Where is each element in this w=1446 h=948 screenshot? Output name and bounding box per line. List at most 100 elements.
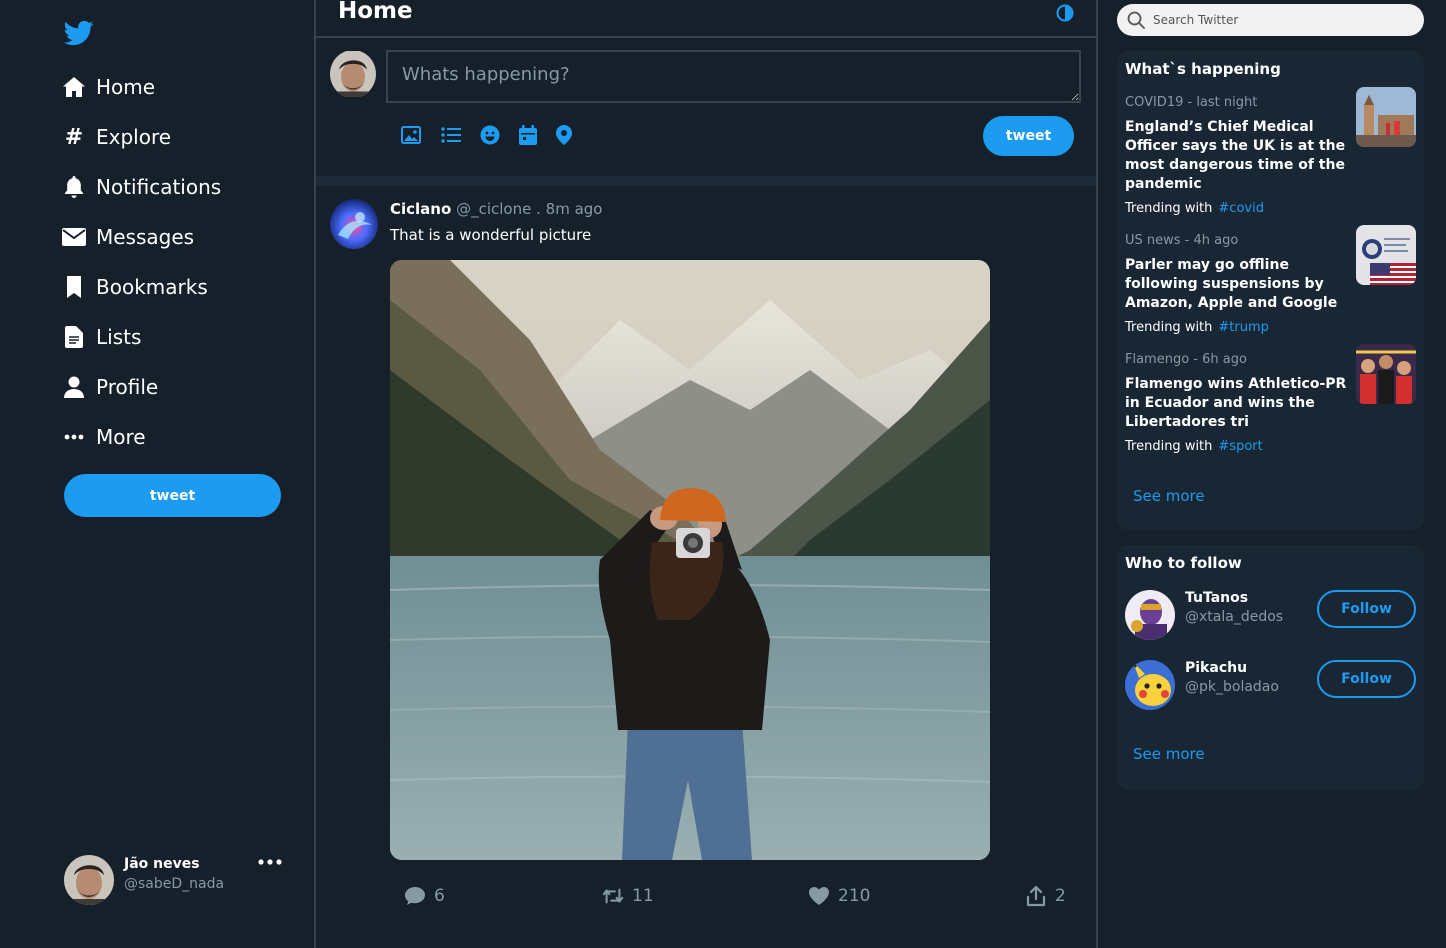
calendar-icon[interactable] <box>517 124 539 146</box>
avatar <box>64 855 114 905</box>
user-icon <box>62 375 86 399</box>
trend-tag-line: Trending with #sport <box>1125 439 1416 454</box>
who-to-follow-panel: Who to follow TuTanos @xtala_dedos Follo… <box>1117 545 1424 790</box>
nav-home[interactable]: Home <box>62 69 155 105</box>
trending-label: Trending with <box>1125 320 1213 335</box>
left-sidebar: Home # Explore Notifications Messages Bo… <box>0 0 314 948</box>
location-pin-icon[interactable] <box>553 124 575 146</box>
timeline-header: Home <box>316 0 1096 38</box>
trend-item[interactable]: Flamengo - 6h ago Flamengo wins Athletic… <box>1125 344 1416 454</box>
account-handle: @sabeD_nada <box>124 876 225 892</box>
trend-hashtag[interactable]: #trump <box>1218 320 1269 335</box>
nav-notifications[interactable]: Notifications <box>62 169 221 205</box>
tweet-author-handle[interactable]: @_ciclone <box>456 200 531 218</box>
trend-hashtag[interactable]: #sport <box>1218 439 1262 454</box>
tweet-photo[interactable] <box>390 260 990 860</box>
nav-lists[interactable]: Lists <box>62 319 141 355</box>
follow-user-name: TuTanos <box>1185 590 1249 606</box>
twitter-bird-icon[interactable] <box>62 18 96 48</box>
nav-label: More <box>96 425 146 449</box>
tweet-header: Ciclano @_ciclone . 8m ago <box>390 200 602 218</box>
avatar <box>330 50 376 98</box>
nav-label: Bookmarks <box>96 275 208 299</box>
theme-toggle-icon[interactable] <box>1056 4 1074 22</box>
image-icon[interactable] <box>400 124 422 146</box>
account-name: Jão neves <box>124 856 200 872</box>
trend-thumbnail <box>1356 87 1416 147</box>
emoji-icon[interactable] <box>479 124 501 146</box>
trend-item[interactable]: COVID19 - last night England’s Chief Med… <box>1125 87 1416 216</box>
share-action[interactable]: 2 <box>1025 883 1066 909</box>
tweet-author-name[interactable]: Ciclano <box>390 200 451 218</box>
account-switcher[interactable]: Jão neves @sabeD_nada <box>64 854 284 906</box>
trends-panel: What`s happening COVID19 - last night En… <box>1117 51 1424 530</box>
trend-headline: Parler may go offline following suspensi… <box>1125 257 1338 311</box>
follow-user-name: Pikachu <box>1185 660 1248 676</box>
reply-action[interactable]: 6 <box>404 883 445 909</box>
trend-hashtag[interactable]: #covid <box>1218 201 1264 216</box>
nav-label: Home <box>96 75 156 99</box>
follow-suggestion[interactable]: Pikachu @pk_boladao Follow <box>1125 660 1416 712</box>
more-dots-icon[interactable] <box>258 858 284 874</box>
list-icon[interactable] <box>440 124 462 146</box>
nav-messages[interactable]: Messages <box>62 219 194 255</box>
tweet-text: That is a wonderful picture <box>390 226 592 244</box>
trend-headline: Flamengo wins Athletico-PR in Ecuador an… <box>1125 376 1347 430</box>
trend-thumbnail <box>1356 225 1416 285</box>
retweet-count: 11 <box>632 886 654 906</box>
timeline-divider <box>316 176 1096 186</box>
nav-more[interactable]: More <box>62 419 146 455</box>
share-count: 2 <box>1055 886 1066 906</box>
bell-icon <box>62 175 86 199</box>
nav-label: Lists <box>96 325 142 349</box>
bookmark-icon <box>62 275 86 299</box>
trending-label: Trending with <box>1125 201 1213 216</box>
page-title: Home <box>338 0 413 24</box>
trend-headline: England’s Chief Medical Officer says the… <box>1125 119 1346 192</box>
search-input[interactable] <box>1153 13 1403 27</box>
follow-suggestion[interactable]: TuTanos @xtala_dedos Follow <box>1125 590 1416 642</box>
tweet-composer: tweet <box>316 38 1096 176</box>
trends-see-more-link[interactable]: See more <box>1133 487 1205 505</box>
tweet-timestamp: . 8m ago <box>536 200 603 218</box>
follow-user-handle: @xtala_dedos <box>1185 609 1284 625</box>
reply-count: 6 <box>434 886 445 906</box>
who-to-follow-title: Who to follow <box>1125 554 1242 572</box>
sidebar-tweet-button[interactable]: tweet <box>64 474 281 517</box>
nav-profile[interactable]: Profile <box>62 369 158 405</box>
hashtag-icon: # <box>64 124 84 150</box>
like-action[interactable]: 210 <box>808 883 870 909</box>
follow-see-more-link[interactable]: See more <box>1133 745 1205 763</box>
heart-icon <box>808 885 830 907</box>
follow-user-handle: @pk_boladao <box>1185 679 1279 695</box>
reply-icon <box>404 885 426 907</box>
trending-label: Trending with <box>1125 439 1213 454</box>
avatar[interactable] <box>330 199 378 249</box>
follow-button[interactable]: Follow <box>1317 660 1416 698</box>
tweet-card[interactable]: Ciclano @_ciclone . 8m ago That is a won… <box>316 186 1096 948</box>
nav-bookmarks[interactable]: Bookmarks <box>62 269 208 305</box>
compose-tweet-button[interactable]: tweet <box>983 116 1074 156</box>
avatar <box>1125 660 1175 710</box>
nav-explore[interactable]: # Explore <box>62 119 171 155</box>
main-timeline: Home tweet <box>314 0 1098 948</box>
search-bar[interactable] <box>1117 4 1424 36</box>
trends-title: What`s happening <box>1125 60 1281 78</box>
nav-label: Messages <box>96 225 195 249</box>
trend-thumbnail <box>1356 344 1416 404</box>
retweet-icon <box>602 885 624 907</box>
compose-input[interactable] <box>386 50 1081 103</box>
share-icon <box>1025 885 1047 907</box>
search-icon <box>1127 11 1145 29</box>
follow-button[interactable]: Follow <box>1317 590 1416 628</box>
home-icon <box>62 75 86 99</box>
trend-item[interactable]: US news - 4h ago Parler may go offline f… <box>1125 225 1416 335</box>
list-document-icon <box>62 325 86 349</box>
envelope-icon <box>62 225 86 249</box>
like-count: 210 <box>838 886 871 906</box>
nav-label: Notifications <box>96 175 222 199</box>
trend-tag-line: Trending with #covid <box>1125 201 1416 216</box>
nav-label: Explore <box>96 125 172 149</box>
retweet-action[interactable]: 11 <box>602 883 654 909</box>
more-dots-icon <box>62 425 86 449</box>
